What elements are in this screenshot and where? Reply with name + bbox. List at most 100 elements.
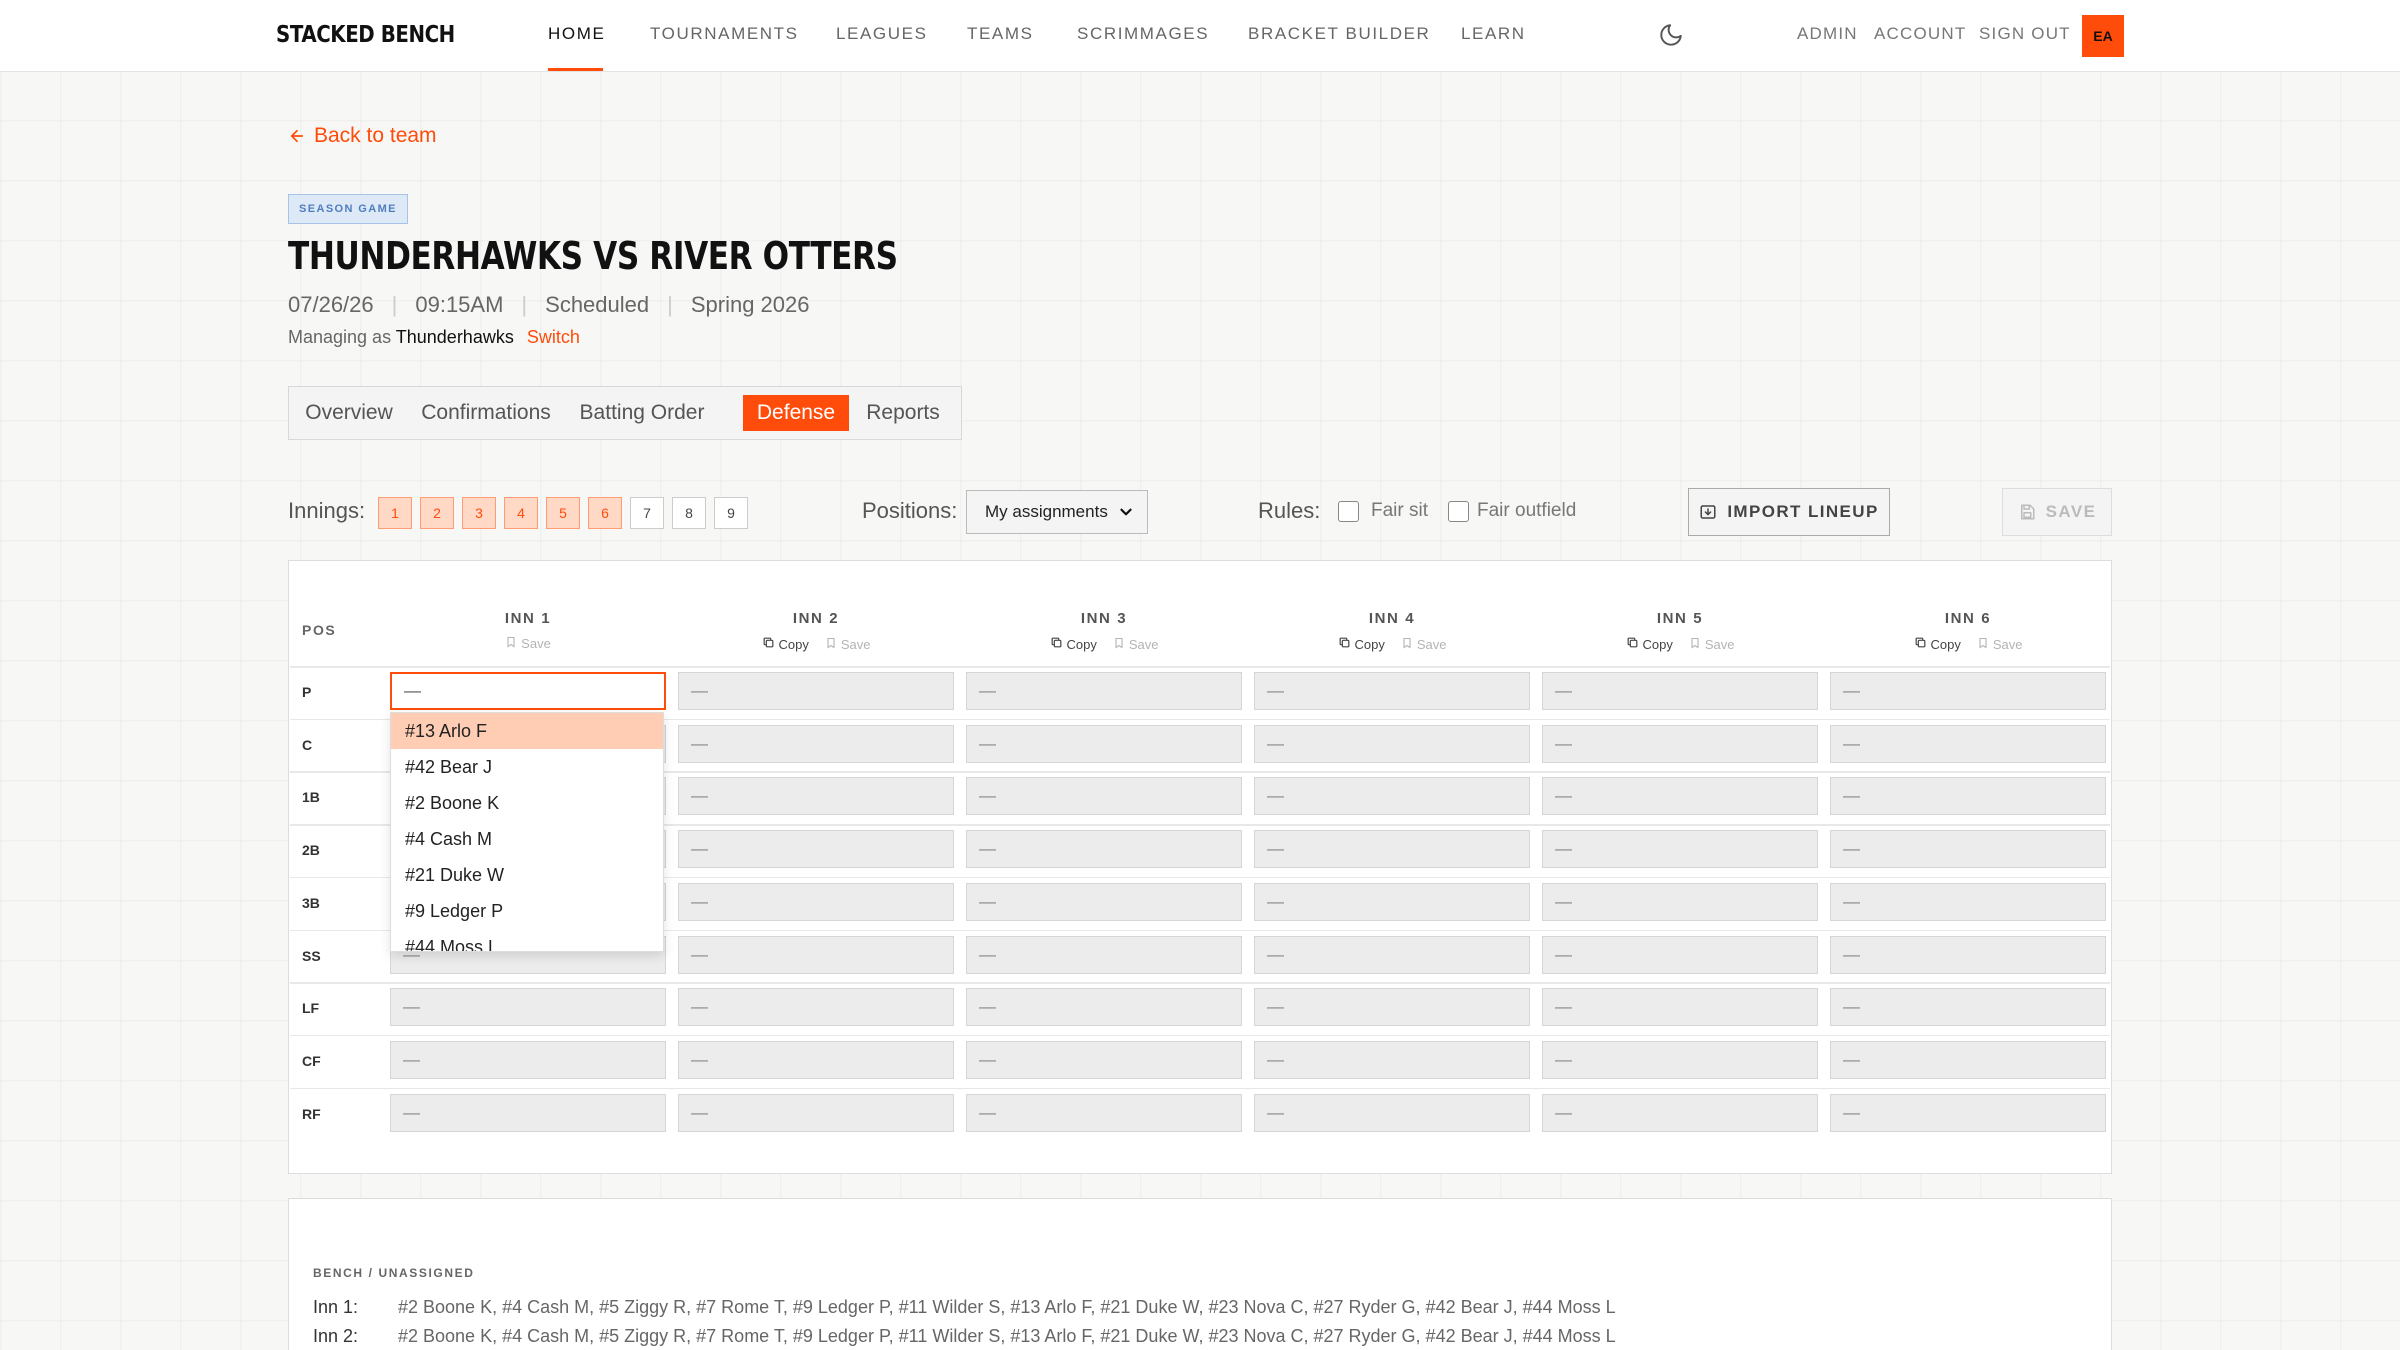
tab-defense[interactable]: Defense <box>743 395 849 431</box>
nav-teams[interactable]: TEAMS <box>967 24 1034 44</box>
assignment-cell[interactable]: — <box>1830 672 2106 710</box>
assignment-cell[interactable]: — <box>1830 1093 2106 1132</box>
fair-sit-label[interactable]: Fair sit <box>1371 500 1428 522</box>
tab-confirmations[interactable]: Confirmations <box>409 395 563 431</box>
save-inning-button[interactable]: Save <box>1977 636 2023 652</box>
sign-out-link[interactable]: SIGN OUT <box>1979 24 2071 44</box>
assignment-cell[interactable]: — <box>1542 1040 1818 1079</box>
save-inning-button[interactable]: Save <box>825 636 871 652</box>
player-option[interactable]: #9 Ledger P <box>391 893 663 929</box>
assignment-cell[interactable]: — <box>678 935 954 974</box>
inning-chip-6[interactable]: 6 <box>588 497 622 529</box>
logo[interactable]: STACKED BENCH <box>276 22 455 48</box>
nav-home[interactable]: HOME <box>548 24 605 44</box>
assignment-cell[interactable]: — <box>1254 830 1530 869</box>
inning-chip-5[interactable]: 5 <box>546 497 580 529</box>
assignment-cell[interactable]: — <box>1254 777 1530 816</box>
assignment-cell[interactable]: — <box>678 988 954 1027</box>
copy-inning-button[interactable]: Copy <box>1338 636 1385 652</box>
assignment-cell[interactable]: — <box>966 724 1242 763</box>
inning-chip-9[interactable]: 9 <box>714 497 748 529</box>
assignment-cell[interactable]: — <box>1830 882 2106 921</box>
save-inning-button[interactable]: Save <box>1401 636 1447 652</box>
assignment-cell[interactable]: — <box>966 935 1242 974</box>
player-option[interactable]: #13 Arlo F <box>391 713 663 749</box>
assignment-cell[interactable]: — <box>1254 724 1530 763</box>
switch-team-link[interactable]: Switch <box>527 327 580 347</box>
assignment-cell[interactable]: — <box>1830 724 2106 763</box>
assignment-cell[interactable]: — <box>1542 672 1818 710</box>
assignment-cell[interactable]: — <box>678 1040 954 1079</box>
back-to-team-link[interactable]: Back to team <box>288 124 437 148</box>
assignment-cell[interactable]: — <box>678 830 954 869</box>
assignment-cell[interactable]: — <box>966 882 1242 921</box>
assignment-cell[interactable]: — <box>390 988 666 1027</box>
assignment-cell[interactable]: — <box>966 1040 1242 1079</box>
account-link[interactable]: ACCOUNT <box>1874 24 1966 44</box>
assignment-cell[interactable]: — <box>1542 988 1818 1027</box>
player-option[interactable]: #42 Bear J <box>391 749 663 785</box>
assignment-cell[interactable]: — <box>390 1093 666 1132</box>
assignment-cell[interactable]: — <box>966 988 1242 1027</box>
save-button[interactable]: SAVE <box>2002 488 2112 536</box>
nav-tournaments[interactable]: TOURNAMENTS <box>650 24 799 44</box>
nav-learn[interactable]: LEARN <box>1461 24 1526 44</box>
assignment-cell[interactable]: — <box>678 672 954 710</box>
assignment-cell[interactable]: — <box>678 724 954 763</box>
assignment-cell[interactable]: — <box>1830 777 2106 816</box>
assignment-cell[interactable]: — <box>678 1093 954 1132</box>
admin-link[interactable]: ADMIN <box>1797 24 1858 44</box>
assignment-cell[interactable]: — <box>1254 882 1530 921</box>
inning-chip-3[interactable]: 3 <box>462 497 496 529</box>
assignment-cell[interactable]: — <box>678 882 954 921</box>
nav-bracket-builder[interactable]: BRACKET BUILDER <box>1248 24 1430 44</box>
assignment-cell[interactable]: — <box>1830 1040 2106 1079</box>
fair-sit-checkbox[interactable] <box>1338 501 1359 522</box>
assignment-cell[interactable]: — <box>1542 830 1818 869</box>
assignment-cell[interactable]: — <box>1254 1093 1530 1132</box>
player-option[interactable]: #4 Cash M <box>391 821 663 857</box>
inning-chip-1[interactable]: 1 <box>378 497 412 529</box>
inning-chip-4[interactable]: 4 <box>504 497 538 529</box>
assignment-cell[interactable]: — <box>678 777 954 816</box>
nav-leagues[interactable]: LEAGUES <box>836 24 928 44</box>
assignment-cell[interactable]: — <box>1542 935 1818 974</box>
tab-reports[interactable]: Reports <box>855 395 951 431</box>
assignment-cell[interactable]: — <box>1830 935 2106 974</box>
assignment-cell[interactable]: — <box>1830 830 2106 869</box>
inning-chip-8[interactable]: 8 <box>672 497 706 529</box>
import-lineup-button[interactable]: IMPORT LINEUP <box>1688 488 1890 536</box>
positions-select[interactable]: My assignments <box>966 490 1148 534</box>
copy-inning-button[interactable]: Copy <box>762 636 809 652</box>
assignment-cell[interactable]: — <box>390 1040 666 1079</box>
save-inning-button[interactable]: Save <box>505 636 551 651</box>
tab-overview[interactable]: Overview <box>297 395 401 431</box>
copy-inning-button[interactable]: Copy <box>1050 636 1097 652</box>
fair-outfield-label[interactable]: Fair outfield <box>1477 500 1576 522</box>
inning-chip-7[interactable]: 7 <box>630 497 664 529</box>
save-inning-button[interactable]: Save <box>1689 636 1735 652</box>
assignment-cell[interactable]: — <box>966 830 1242 869</box>
assignment-cell[interactable]: — <box>1542 1093 1818 1132</box>
player-option[interactable]: #2 Boone K <box>391 785 663 821</box>
assignment-cell[interactable]: — <box>1830 988 2106 1027</box>
assignment-cell[interactable]: — <box>1254 935 1530 974</box>
moon-icon[interactable] <box>1658 22 1684 48</box>
assignment-cell[interactable]: — <box>1542 882 1818 921</box>
inning-chip-2[interactable]: 2 <box>420 497 454 529</box>
assignment-cell[interactable]: — <box>966 777 1242 816</box>
nav-scrimmages[interactable]: SCRIMMAGES <box>1077 24 1209 44</box>
assignment-cell[interactable]: — <box>1542 724 1818 763</box>
assignment-cell[interactable]: — <box>1254 988 1530 1027</box>
copy-inning-button[interactable]: Copy <box>1626 636 1673 652</box>
assignment-cell[interactable]: — <box>966 672 1242 710</box>
assignment-cell[interactable]: — <box>1254 1040 1530 1079</box>
fair-outfield-checkbox[interactable] <box>1448 501 1469 522</box>
player-option[interactable]: #21 Duke W <box>391 857 663 893</box>
save-inning-button[interactable]: Save <box>1113 636 1159 652</box>
tab-batting-order[interactable]: Batting Order <box>571 395 713 431</box>
avatar[interactable]: EA <box>2082 15 2124 57</box>
player-option[interactable]: #44 Moss L <box>391 929 663 952</box>
assignment-cell[interactable]: — <box>390 672 666 710</box>
assignment-cell[interactable]: — <box>1254 672 1530 710</box>
